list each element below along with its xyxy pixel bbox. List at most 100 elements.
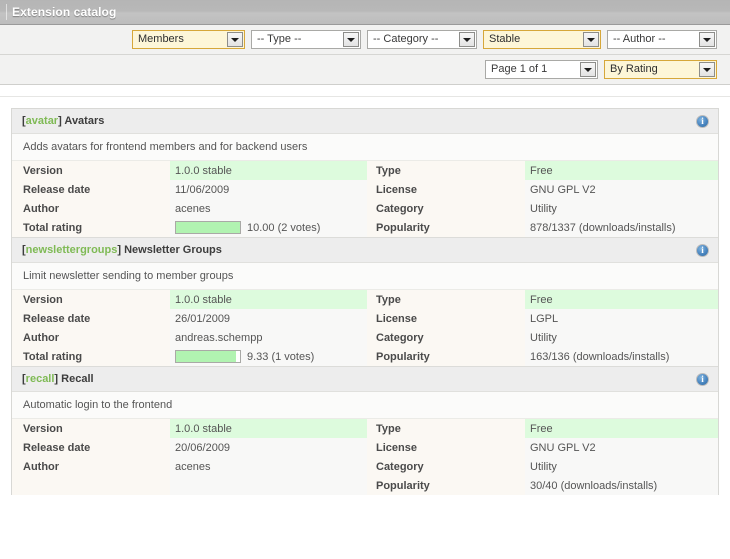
chevron-down-glyph: [231, 37, 239, 42]
extension-block: [newslettergroups] Newsletter Groups i Lim…: [12, 238, 718, 367]
page-title: Extension catalog: [12, 5, 117, 19]
table-row: Version 1.0.0 stable Type Free: [12, 290, 718, 309]
rating-bar: 10.00 (2 votes): [175, 221, 367, 235]
table-row: Total rating 9.33 (1 votes) Popularity 163/…: [12, 347, 718, 366]
table-row: Total rating 10.00 (2 votes) Popularity 878…: [12, 218, 718, 237]
label-popularity: Popularity: [367, 218, 525, 237]
value-popularity: 878/1337 (downloads/installs): [525, 218, 718, 237]
chevron-down-glyph: [587, 37, 595, 42]
label-author: Author: [12, 199, 170, 218]
label-author: Author: [12, 457, 170, 476]
label-type: Type: [367, 161, 525, 180]
filter-type[interactable]: -- Type --: [251, 30, 361, 49]
info-icon[interactable]: i: [696, 114, 709, 128]
rating-bar: 9.33 (1 votes): [175, 350, 367, 364]
sort-select-value: By Rating: [610, 63, 658, 75]
label-author: Author: [12, 328, 170, 347]
value-version: 1.0.0 stable: [170, 290, 367, 309]
chevron-down-icon[interactable]: [227, 32, 243, 47]
extension-header: [avatar] Avatars i: [12, 109, 718, 134]
value-release-date: 20/06/2009: [170, 438, 367, 457]
chevron-down-glyph: [463, 37, 471, 42]
pagination-select-value: Page 1 of 1: [491, 63, 548, 75]
rating-value-text: 10.00 (2 votes): [247, 221, 321, 234]
info-icon[interactable]: i: [696, 372, 709, 386]
label-release-date: Release date: [12, 438, 170, 457]
value-release-date: 26/01/2009: [170, 309, 367, 328]
chevron-down-glyph: [584, 67, 592, 72]
label-popularity: Popularity: [367, 476, 525, 495]
value-category: Utility: [525, 199, 718, 218]
table-row: Release date 20/06/2009 License GNU GPL V2: [12, 438, 718, 457]
label-version: Version: [12, 161, 170, 180]
filter-state[interactable]: Stable: [483, 30, 601, 49]
table-row: Author andreas.schempp Category Utility: [12, 328, 718, 347]
value-author: acenes: [170, 199, 367, 218]
sort-select[interactable]: By Rating: [604, 60, 717, 79]
extension-name: [recall] Recall: [22, 373, 696, 385]
extension-title: Avatars: [64, 115, 105, 127]
rating-bar-fill: [176, 351, 236, 362]
label-total-rating: Total rating: [12, 218, 170, 237]
value-type: Free: [525, 290, 718, 309]
window-titlebar: Extension catalog: [0, 0, 730, 25]
label-license: License: [367, 309, 525, 328]
chevron-down-glyph: [347, 37, 355, 42]
filter-scope[interactable]: Members: [132, 30, 245, 49]
value-version: 1.0.0 stable: [170, 161, 367, 180]
chevron-down-glyph: [703, 37, 711, 42]
value-license: GNU GPL V2: [525, 180, 718, 199]
label-release-date: Release date: [12, 180, 170, 199]
extension-tag: newslettergroups: [25, 244, 118, 256]
pagination-select[interactable]: Page 1 of 1: [485, 60, 598, 79]
extension-block: [avatar] Avatars i Adds avatars for fronte…: [12, 109, 718, 238]
extension-title: Newsletter Groups: [124, 244, 222, 256]
filter-type-value: -- Type --: [257, 33, 302, 45]
chevron-down-glyph: [703, 67, 711, 72]
rating-bar-track: [175, 221, 241, 234]
table-row: Author acenes Category Utility: [12, 199, 718, 218]
value-popularity: 163/136 (downloads/installs): [525, 347, 718, 366]
table-row: Version 1.0.0 stable Type Free: [12, 419, 718, 438]
extension-list-scroll-area[interactable]: [avatar] Avatars i Adds avatars for fronte…: [0, 96, 730, 559]
table-row: Popularity 30/40 (downloads/installs): [12, 476, 718, 495]
label-release-date: Release date: [12, 309, 170, 328]
value-version: 1.0.0 stable: [170, 419, 367, 438]
chevron-down-icon[interactable]: [699, 32, 715, 47]
chevron-down-icon[interactable]: [583, 32, 599, 47]
value-license: LGPL: [525, 309, 718, 328]
extension-tag: recall: [25, 373, 55, 385]
filter-author[interactable]: -- Author --: [607, 30, 717, 49]
chevron-down-icon[interactable]: [580, 62, 596, 77]
rating-value-text: 9.33 (1 votes): [247, 350, 315, 363]
extension-header: [newslettergroups] Newsletter Groups i: [12, 238, 718, 263]
filter-category-value: -- Category --: [373, 33, 439, 45]
extension-tag: avatar: [25, 115, 59, 127]
label-popularity: Popularity: [367, 347, 525, 366]
table-row: Version 1.0.0 stable Type Free: [12, 161, 718, 180]
filter-toolbar-primary: Members -- Type -- -- Category -- Stable -- …: [0, 25, 730, 55]
label-total-rating: Total rating: [12, 347, 170, 366]
extension-name: [avatar] Avatars: [22, 115, 696, 127]
info-icon[interactable]: i: [696, 243, 709, 257]
filter-state-value: Stable: [489, 33, 521, 45]
chevron-down-icon[interactable]: [459, 32, 475, 47]
extension-title: Recall: [61, 373, 94, 385]
label-type: Type: [367, 419, 525, 438]
extension-description: Automatic login to the frontend: [12, 392, 718, 419]
extension-name: [newslettergroups] Newsletter Groups: [22, 244, 696, 256]
value-license: GNU GPL V2: [525, 438, 718, 457]
table-row: Release date 11/06/2009 License GNU GPL V2: [12, 180, 718, 199]
extension-header: [recall] Recall i: [12, 367, 718, 392]
value-category: Utility: [525, 328, 718, 347]
filter-toolbar-secondary: Page 1 of 1 By Rating: [0, 55, 730, 85]
chevron-down-icon[interactable]: [343, 32, 359, 47]
value-author: acenes: [170, 457, 367, 476]
value-total-rating: 10.00 (2 votes): [170, 218, 367, 237]
label-category: Category: [367, 457, 525, 476]
table-row: Author acenes Category Utility: [12, 457, 718, 476]
label-version: Version: [12, 419, 170, 438]
label-type: Type: [367, 290, 525, 309]
chevron-down-icon[interactable]: [699, 62, 715, 77]
filter-category[interactable]: -- Category --: [367, 30, 477, 49]
